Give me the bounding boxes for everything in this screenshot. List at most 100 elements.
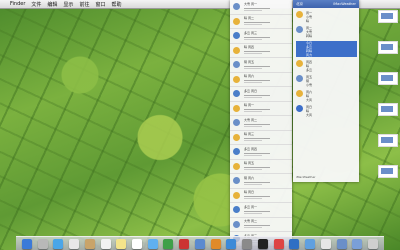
weather-day-text: 大风 bbox=[306, 113, 313, 117]
forecast-item-line bbox=[244, 125, 262, 127]
forecast-item-text: 晴 周五 bbox=[244, 161, 254, 166]
forecast-list-item[interactable]: 晴 周四 bbox=[230, 44, 292, 58]
weather-day-row[interactable]: 周六晴大风 bbox=[296, 90, 357, 102]
finder-icon[interactable] bbox=[21, 238, 32, 249]
weather-day-text: 晴 bbox=[306, 19, 310, 23]
documents-icon[interactable] bbox=[352, 238, 363, 249]
forecast-item-line bbox=[244, 22, 270, 24]
forecast-item-line bbox=[244, 96, 262, 98]
widget-thumbnail[interactable] bbox=[378, 41, 398, 54]
forecast-item-line bbox=[244, 9, 262, 11]
menu-item-go[interactable]: 前往 bbox=[79, 1, 89, 8]
reminders-icon[interactable] bbox=[132, 238, 142, 249]
menu-item-window[interactable]: 窗口 bbox=[95, 1, 105, 8]
forecast-item-text: 晴 周一 bbox=[244, 103, 254, 108]
weather-condition-icon bbox=[233, 3, 240, 11]
forecast-list-item[interactable]: 晴 周二 bbox=[230, 15, 292, 29]
weather-day-icon bbox=[296, 26, 303, 33]
forecast-item-line bbox=[244, 210, 270, 212]
network-icon[interactable] bbox=[305, 238, 316, 249]
weather-condition-icon bbox=[233, 162, 240, 170]
weather-day-row[interactable]: 今日 多云 转晴 风力 bbox=[296, 41, 357, 57]
downloads-icon[interactable] bbox=[336, 238, 347, 249]
photobooth-icon[interactable] bbox=[179, 238, 190, 249]
mail-icon[interactable] bbox=[69, 238, 80, 249]
weather-day-icon bbox=[296, 105, 303, 112]
forecast-list-item[interactable]: 晴 周日 bbox=[230, 189, 292, 203]
forecast-item-line bbox=[244, 38, 262, 40]
weather-condition-icon bbox=[233, 32, 240, 40]
forecast-list-item[interactable]: 晴 周五 bbox=[230, 160, 292, 174]
forecast-list-item[interactable]: 多云 周四 bbox=[230, 145, 292, 160]
weather-condition-icon bbox=[233, 104, 240, 112]
menu-item-view[interactable]: 显示 bbox=[63, 1, 73, 8]
menu-item-help[interactable]: 帮助 bbox=[111, 1, 121, 8]
forecast-list-item[interactable]: 大雪 周二 bbox=[230, 218, 292, 232]
itunes-icon[interactable] bbox=[194, 238, 205, 249]
weather-condition-icon bbox=[233, 133, 240, 141]
weather-footer[interactable]: iMacWeather bbox=[296, 175, 316, 179]
forecast-item-line bbox=[244, 152, 270, 154]
forecast-item-line bbox=[244, 167, 270, 169]
weather-app-title: iMacWeather bbox=[333, 2, 356, 6]
calendar-icon[interactable] bbox=[100, 238, 111, 249]
forecast-item-line bbox=[244, 65, 270, 67]
forecast-item-line bbox=[244, 196, 270, 198]
weather-condition-icon bbox=[233, 206, 240, 214]
widget-thumbnail[interactable] bbox=[378, 103, 398, 116]
forecast-item-text: 大雪 周一 bbox=[244, 1, 257, 6]
weather-header: 北京 iMacWeather bbox=[293, 0, 359, 8]
weather-day-row[interactable]: 周二 大雪 转晴 bbox=[296, 26, 357, 38]
notes-icon[interactable] bbox=[116, 238, 127, 249]
facetime-icon[interactable] bbox=[163, 238, 174, 249]
weather-day-row[interactable]: 周日晴大风 bbox=[296, 105, 357, 117]
weather-day-text: 转晴 bbox=[306, 34, 313, 38]
forecast-list-item[interactable]: 多云 周一 bbox=[230, 203, 292, 218]
forecast-list-item[interactable]: 阴 周六 bbox=[230, 174, 292, 189]
forecast-list-item[interactable]: 多云 周三 bbox=[230, 29, 292, 44]
forecast-item-text: 阴 周五 bbox=[244, 59, 254, 64]
forecast-list-item[interactable]: 大雪 周一 bbox=[230, 0, 292, 15]
weather-condition-icon bbox=[233, 119, 240, 127]
trash-icon[interactable] bbox=[368, 238, 379, 249]
forecast-list-item[interactable]: 多云 周日 bbox=[230, 87, 292, 102]
weather-condition-icon bbox=[233, 177, 240, 185]
menu-item-edit[interactable]: 编辑 bbox=[47, 1, 57, 8]
menu-item-file[interactable]: 文件 bbox=[31, 1, 41, 8]
weather-day-row[interactable]: 周四晴多云 bbox=[296, 60, 357, 72]
ibooks-icon[interactable] bbox=[210, 238, 221, 249]
forecast-item-line bbox=[244, 212, 262, 214]
weather-condition-icon bbox=[233, 191, 240, 199]
forecast-item-text: 大雪 周二 bbox=[244, 219, 257, 224]
widget-thumbnail[interactable] bbox=[378, 165, 398, 178]
messages-icon[interactable] bbox=[147, 238, 158, 249]
forecast-item-line bbox=[244, 7, 270, 9]
forecast-list-item[interactable]: 阴 周五 bbox=[230, 58, 292, 73]
contacts-icon[interactable] bbox=[84, 238, 95, 249]
launchpad-icon[interactable] bbox=[37, 238, 48, 249]
weather-day-row[interactable]: 周一 小雪晴 bbox=[296, 11, 357, 23]
forecast-item-text: 多云 周三 bbox=[244, 30, 257, 35]
forecast-list-item[interactable]: 晴 周三 bbox=[230, 131, 292, 145]
forecast-list-item[interactable]: 晴 周一 bbox=[230, 102, 292, 116]
forecast-list-item[interactable]: 晴 周六 bbox=[230, 73, 292, 87]
preferences-icon[interactable] bbox=[242, 238, 253, 249]
appstore-icon[interactable] bbox=[226, 238, 237, 249]
widget-thumbnail[interactable] bbox=[378, 134, 398, 147]
qq-icon[interactable] bbox=[257, 238, 268, 249]
forecast-item-line bbox=[244, 140, 262, 142]
weather-day-row[interactable]: 周五阴小雪 bbox=[296, 75, 357, 87]
widget-thumbnail[interactable] bbox=[378, 10, 398, 23]
widget-thumbnail[interactable] bbox=[378, 72, 398, 85]
app-icon[interactable] bbox=[273, 238, 284, 249]
weather-icon[interactable] bbox=[289, 238, 300, 249]
forecast-item-text: 多云 周日 bbox=[244, 88, 257, 93]
app2-icon[interactable] bbox=[320, 238, 331, 249]
forecast-item-line bbox=[244, 109, 270, 111]
safari-icon[interactable] bbox=[53, 238, 64, 249]
menu-item-finder[interactable]: Finder bbox=[10, 1, 25, 7]
weather-condition-icon bbox=[233, 90, 240, 98]
forecast-item-line bbox=[244, 36, 270, 38]
weather-day-icon bbox=[296, 90, 303, 97]
forecast-list-item[interactable]: 大雪 周二 bbox=[230, 116, 292, 131]
